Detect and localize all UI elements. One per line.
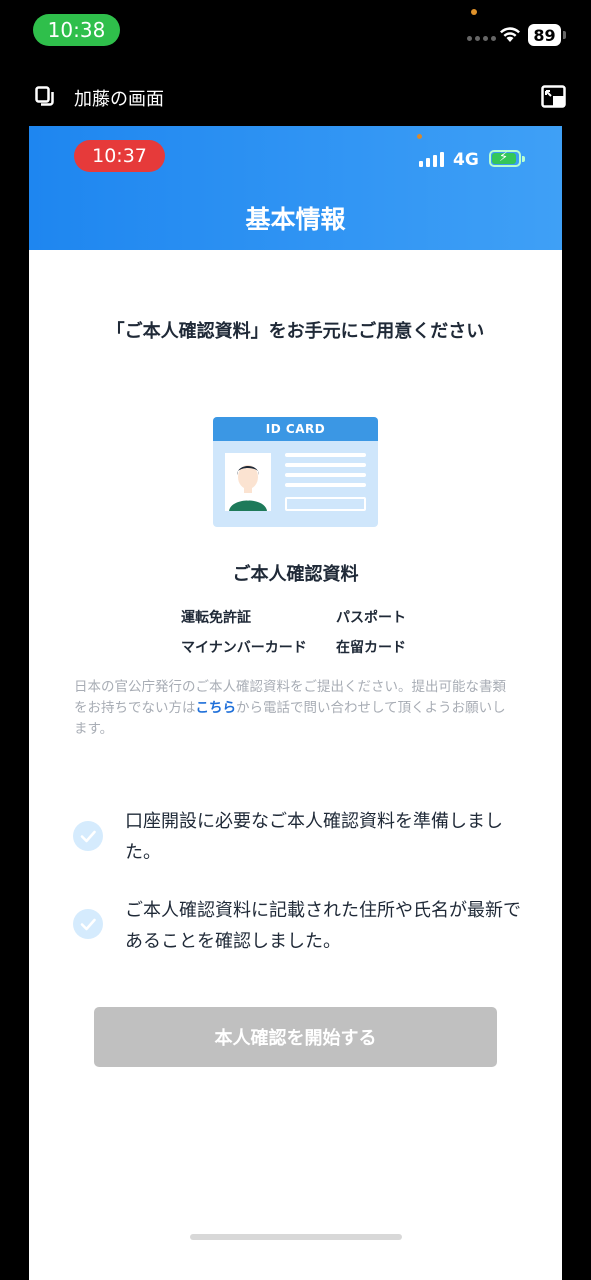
- doc-title: ご本人確認資料: [232, 564, 359, 585]
- id-card-line: [285, 463, 366, 467]
- id-card-line: [285, 453, 366, 457]
- doc-type-drivers-license: 運転免許証: [181, 610, 251, 626]
- id-card-box: [285, 497, 366, 511]
- picture-in-picture-icon[interactable]: [541, 85, 567, 109]
- doc-type-residence-card: 在留カード: [336, 640, 406, 656]
- inner-privacy-dot: [417, 134, 422, 139]
- id-card-label: ID CARD: [213, 417, 378, 441]
- person-photo-icon: [225, 453, 271, 511]
- shared-screen: 10:37 4G ⚡ 基本情報 「ご本人確認資料」をお手元にご用意ください ID…: [29, 126, 562, 1280]
- cellular-signal-icon: [467, 36, 496, 41]
- screen-share-label: 加藤の画面: [74, 89, 164, 110]
- inner-battery-tip: [522, 156, 525, 162]
- battery-icon: 89: [528, 24, 561, 46]
- battery-tip: [563, 31, 566, 39]
- inner-network-label: 4G: [453, 150, 479, 170]
- id-card-illustration: ID CARD: [213, 417, 378, 527]
- inner-status-time: 10:37: [74, 140, 165, 172]
- screen-share-icon: [35, 86, 54, 106]
- inner-signal-icon: [419, 152, 444, 167]
- privacy-indicator-dot: [471, 9, 477, 15]
- checklist-item-confirmed[interactable]: ご本人確認資料に記載された住所や氏名が最新であることを確認しました。: [125, 895, 525, 957]
- checklist-item-prepared[interactable]: 口座開設に必要なご本人確認資料を準備しました。: [125, 806, 525, 868]
- page-title: 基本情報: [245, 205, 346, 234]
- check-circle-icon[interactable]: [73, 821, 103, 851]
- id-card-line: [285, 483, 366, 487]
- contact-link[interactable]: こちら: [196, 700, 237, 716]
- inner-battery-icon: ⚡: [489, 150, 521, 167]
- doc-type-passport: パスポート: [336, 610, 406, 626]
- app-header: 10:37 4G ⚡ 基本情報: [29, 126, 562, 250]
- id-card-line: [285, 473, 366, 477]
- instruction-text: 「ご本人確認資料」をお手元にご用意ください: [106, 321, 485, 342]
- doc-type-my-number-card: マイナンバーカード: [181, 640, 307, 656]
- home-indicator[interactable]: [190, 1234, 402, 1240]
- device-status-bar: 10:38 89: [0, 0, 591, 62]
- status-time: 10:38: [33, 14, 120, 46]
- check-circle-icon[interactable]: [73, 909, 103, 939]
- wifi-icon: [500, 27, 520, 42]
- note-text: 日本の官公庁発行のご本人確認資料をご提出ください。提出可能な書類をお持ちでない方…: [74, 677, 519, 740]
- start-verification-button[interactable]: 本人確認を開始する: [94, 1007, 497, 1067]
